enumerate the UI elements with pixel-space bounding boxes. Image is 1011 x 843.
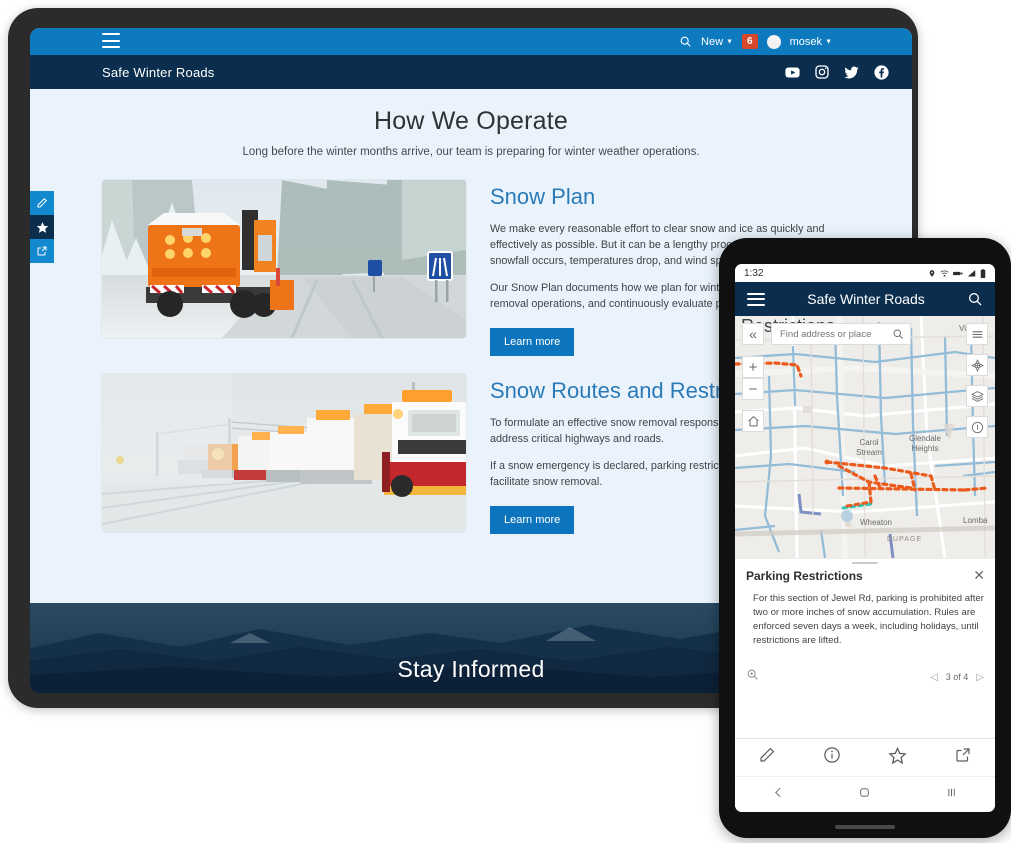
status-time: 1:32 [744, 267, 764, 279]
search-icon[interactable] [892, 328, 904, 340]
snow-plan-title: Snow Plan [490, 184, 596, 209]
phone-screen: 1:32 Safe Winter Roads Restrictions [735, 264, 995, 812]
map-navigation-button[interactable] [966, 354, 988, 376]
map-info-button[interactable] [966, 416, 988, 438]
search-icon[interactable] [679, 35, 692, 48]
hamburger-icon[interactable] [747, 292, 765, 306]
feature-popup: Parking Restrictions ✕ For this section … [735, 558, 995, 692]
info-icon [971, 421, 983, 433]
popup-next-button[interactable]: ▷ [976, 672, 984, 683]
rail-star-button[interactable] [30, 215, 54, 239]
home-circle-icon[interactable] [858, 786, 871, 804]
popup-prev-button[interactable]: ◁ [930, 672, 938, 683]
battery-icon [980, 268, 986, 278]
phone-device-frame: 1:32 Safe Winter Roads Restrictions [719, 238, 1011, 838]
home-icon [747, 415, 759, 426]
toolbar-star-button[interactable] [888, 746, 907, 770]
social-links [784, 64, 890, 81]
layers-icon [970, 390, 984, 402]
popup-footer: ◁ 3 of 4 ▷ [746, 668, 984, 686]
toolbar-share-button[interactable] [954, 746, 972, 769]
legend-icon [972, 330, 982, 338]
chevron-down-icon: ▼ [825, 38, 832, 46]
phone-app-toolbar [735, 738, 995, 776]
map-search-bar[interactable] [771, 323, 911, 345]
toolbar-edit-pencil-button[interactable] [758, 746, 776, 769]
android-nav-bar [735, 776, 995, 812]
map-layers-button[interactable] [966, 385, 988, 407]
phone-status-bar: 1:32 [735, 264, 995, 282]
wifi-icon [940, 270, 949, 277]
map-search-input[interactable] [780, 328, 892, 340]
tablet-top-bar-right: New ▼ 6 mosek ▼ [679, 28, 832, 55]
snow-plan-image [102, 180, 466, 338]
map-zoom-out-button[interactable]: − [742, 378, 764, 400]
screenshot-stage: New ▼ 6 mosek ▼ Safe Winter Roads How We… [0, 0, 1011, 843]
search-icon[interactable] [967, 291, 983, 307]
site-title: Safe Winter Roads [102, 64, 215, 80]
map-collapse-button[interactable]: « [742, 323, 764, 345]
network-icon [953, 271, 963, 275]
toolbar-info-button[interactable] [823, 746, 841, 769]
phone-app-title: Safe Winter Roads [807, 291, 925, 307]
left-tool-rail [30, 191, 54, 263]
facebook-icon[interactable] [873, 64, 890, 81]
location-pin-icon [929, 269, 935, 277]
recents-icon[interactable] [945, 786, 958, 804]
page-subtitle: Long before the winter months arrive, ou… [242, 146, 700, 158]
youtube-icon[interactable] [784, 64, 801, 81]
snow-routes-learn-more-button[interactable]: Learn more [490, 506, 575, 534]
new-menu-label: New [701, 35, 724, 48]
map-view[interactable]: Villa CarolStream GlendaleHeights Wheato… [735, 316, 995, 558]
snow-plan-learn-more-button[interactable]: Learn more [490, 328, 575, 356]
user-menu-label: mosek [789, 35, 822, 48]
popup-pager: ◁ 3 of 4 ▷ [930, 672, 984, 683]
notification-badge[interactable]: 6 [742, 34, 758, 49]
new-menu-button[interactable]: New ▼ [701, 36, 733, 48]
rail-share-button[interactable] [30, 239, 54, 263]
twitter-icon[interactable] [843, 64, 860, 81]
instagram-icon[interactable] [814, 64, 830, 80]
hamburger-icon[interactable] [102, 33, 120, 48]
avatar[interactable] [766, 34, 781, 49]
phone-home-indicator [835, 825, 895, 829]
zoom-to-feature-icon[interactable] [746, 668, 759, 686]
popup-body: For this section of Jewel Rd, parking is… [753, 593, 984, 646]
back-icon[interactable] [772, 786, 785, 804]
snow-routes-image [102, 374, 466, 532]
drag-handle[interactable] [852, 562, 878, 564]
map-home-button[interactable] [742, 410, 764, 432]
site-header: Safe Winter Roads [30, 55, 912, 89]
popup-title: Parking Restrictions [746, 569, 863, 583]
close-icon[interactable]: ✕ [973, 568, 985, 582]
popup-page-indicator: 3 of 4 [945, 672, 969, 682]
phone-app-bar: Safe Winter Roads [735, 282, 995, 316]
chevron-down-icon: ▼ [726, 38, 734, 46]
map-zoom-in-button[interactable]: + [742, 356, 764, 378]
user-menu-button[interactable]: mosek ▼ [790, 36, 832, 48]
map-legend-button[interactable] [966, 323, 988, 345]
status-icons [928, 268, 986, 278]
rail-edit-pencil-button[interactable] [30, 191, 54, 215]
navigation-icon [970, 358, 984, 372]
page-title: How We Operate [373, 107, 569, 135]
signal-bars-icon [967, 269, 976, 276]
tablet-top-bar: New ▼ 6 mosek ▼ [30, 28, 912, 55]
